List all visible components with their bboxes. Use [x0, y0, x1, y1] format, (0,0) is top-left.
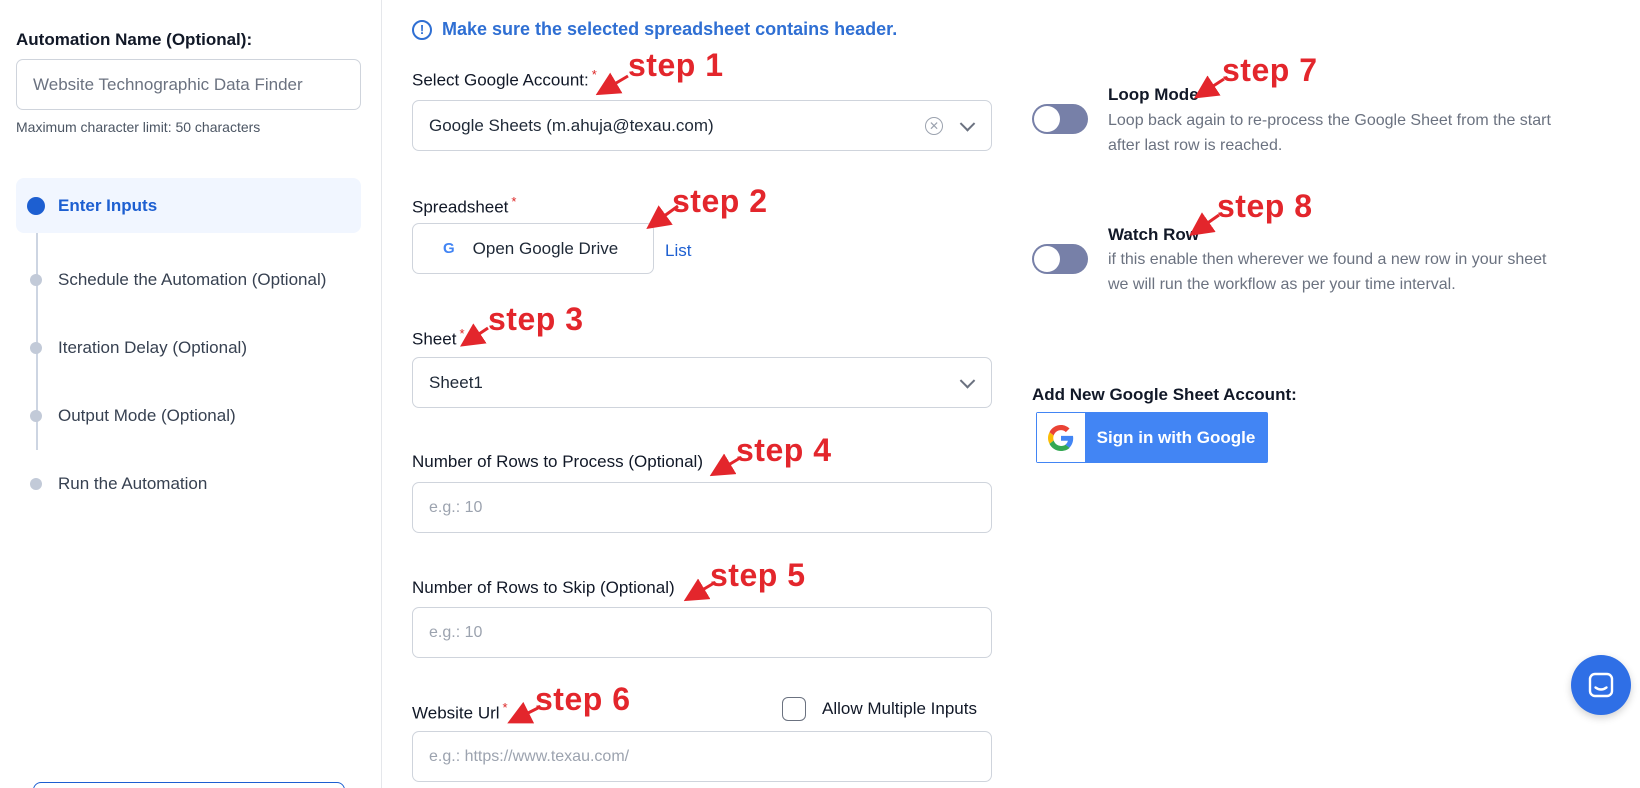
annotation-step-8: step 8	[1217, 188, 1313, 224]
steps-nav: Enter Inputs Schedule the Automation (Op…	[16, 178, 361, 518]
open-google-drive-label: Open Google Drive	[472, 238, 619, 258]
rows-process-label: Number of Rows to Process (Optional)	[412, 452, 703, 471]
google-g-icon: G	[443, 240, 455, 257]
sign-in-with-google-button[interactable]: Sign in with Google	[1036, 412, 1268, 463]
step-dot-icon	[30, 410, 42, 422]
automation-name-label: Automation Name (Optional):	[16, 30, 253, 49]
watch-row-toggle[interactable]	[1032, 244, 1088, 274]
info-icon: !	[412, 19, 432, 40]
required-asterisk: *	[502, 700, 508, 715]
step-label: Output Mode (Optional)	[58, 406, 236, 425]
website-url-label: Website Url *	[412, 700, 508, 723]
open-google-drive-button[interactable]: G Open Google Drive	[412, 223, 654, 274]
google-logo-icon	[1037, 413, 1085, 462]
step-dot-icon	[30, 478, 42, 490]
arrow-step-8	[1189, 212, 1220, 236]
sign-in-with-google-label: Sign in with Google	[1096, 427, 1256, 447]
loop-mode-toggle[interactable]	[1032, 104, 1088, 134]
loop-mode-description: Loop back again to re-process the Google…	[1108, 112, 1551, 154]
list-link[interactable]: List	[665, 241, 691, 261]
required-asterisk: *	[591, 67, 597, 82]
notice-text: Make sure the selected spreadsheet conta…	[442, 19, 898, 39]
annotation-step-6: step 6	[535, 681, 631, 717]
toggle-knob	[1034, 246, 1060, 272]
step-dot-icon	[30, 342, 42, 354]
step-label: Iteration Delay (Optional)	[58, 338, 247, 357]
step-dot-icon	[30, 274, 42, 286]
clear-icon[interactable]: ✕	[925, 116, 943, 135]
annotation-step-4: step 4	[736, 432, 832, 468]
rows-skip-placeholder: e.g.: 10	[429, 623, 483, 641]
step-label: Run the Automation	[58, 474, 208, 493]
website-url-input[interactable]: e.g.: https://www.texau.com/	[412, 731, 992, 782]
step-enter-inputs[interactable]: Enter Inputs	[16, 178, 361, 233]
required-asterisk: *	[459, 326, 465, 341]
rows-skip-label: Number of Rows to Skip (Optional)	[412, 578, 675, 597]
annotation-step-2: step 2	[672, 183, 768, 219]
step-schedule-automation[interactable]: Schedule the Automation (Optional)	[16, 246, 361, 314]
annotation-step-7: step 7	[1222, 52, 1318, 88]
automation-name-input[interactable]	[16, 59, 361, 110]
sheet-select[interactable]: Sheet1	[412, 357, 992, 408]
annotation-step-3: step 3	[488, 301, 584, 337]
chat-support-button[interactable]	[1571, 655, 1631, 715]
rows-process-placeholder: e.g.: 10	[429, 498, 483, 516]
arrow-step-1	[595, 72, 629, 96]
loop-mode-title: Loop Mode	[1108, 85, 1199, 104]
website-url-placeholder: e.g.: https://www.texau.com/	[429, 747, 630, 765]
step-iteration-delay[interactable]: Iteration Delay (Optional)	[16, 314, 361, 382]
sheet-value: Sheet1	[429, 372, 483, 392]
step-active-dot-icon	[27, 196, 45, 215]
allow-multiple-inputs-label: Allow Multiple Inputs	[822, 699, 977, 718]
allow-multiple-inputs-checkbox[interactable]	[782, 697, 806, 721]
header-notice: ! Make sure the selected spreadsheet con…	[412, 19, 897, 40]
watch-row-title: Watch Row	[1108, 225, 1199, 244]
sheet-label: Sheet *	[412, 326, 465, 349]
step-output-mode[interactable]: Output Mode (Optional)	[16, 382, 361, 450]
google-account-select[interactable]: Google Sheets (m.ahuja@texau.com) ✕	[412, 100, 992, 151]
annotation-step-5: step 5	[710, 557, 806, 593]
toggle-knob	[1034, 106, 1060, 132]
required-asterisk: *	[511, 194, 517, 209]
chevron-down-icon	[959, 372, 976, 389]
spreadsheet-label: Spreadsheet *	[412, 194, 517, 217]
rows-process-input[interactable]: e.g.: 10	[412, 482, 992, 533]
sidebar: Automation Name (Optional): Maximum char…	[0, 0, 382, 788]
step-label: Schedule the Automation (Optional)	[58, 270, 327, 289]
chat-icon	[1588, 672, 1614, 698]
arrow-step-3	[460, 323, 489, 347]
add-google-account-label: Add New Google Sheet Account:	[1032, 385, 1297, 404]
watch-row-description: if this enable then wherever we found a …	[1108, 251, 1547, 293]
sidebar-bottom-button[interactable]	[33, 782, 345, 788]
google-account-label: Select Google Account: *	[412, 67, 597, 90]
rows-skip-input[interactable]: e.g.: 10	[412, 607, 992, 658]
annotation-step-1: step 1	[628, 47, 724, 83]
step-run-automation[interactable]: Run the Automation	[16, 450, 361, 518]
chevron-down-icon	[959, 115, 976, 132]
arrow-step-7	[1193, 75, 1225, 99]
character-limit-hint: Maximum character limit: 50 characters	[16, 119, 261, 135]
step-label: Enter Inputs	[58, 195, 158, 215]
google-account-value: Google Sheets (m.ahuja@texau.com)	[429, 115, 714, 135]
